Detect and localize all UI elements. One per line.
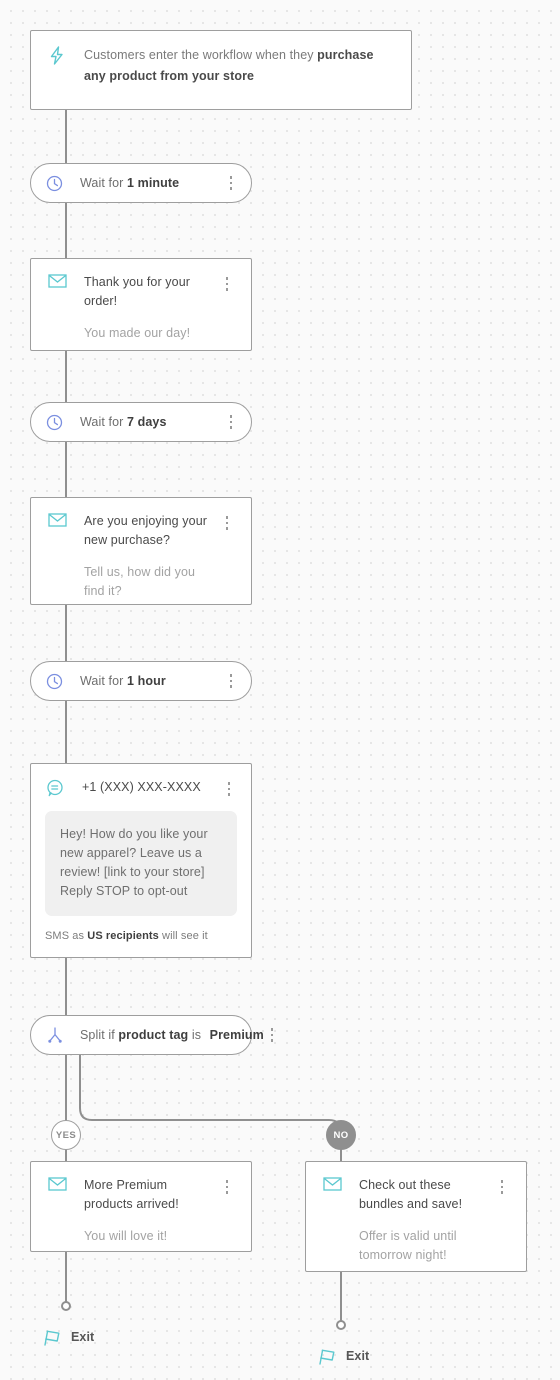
email-node-1[interactable]: Thank you for your order! You made our d… — [30, 258, 252, 351]
exit-marker-right: Exit — [316, 1345, 369, 1367]
envelope-icon — [47, 274, 67, 288]
wait-2-prefix: Wait for — [80, 415, 127, 429]
sms-footer: SMS as US recipients will see it — [45, 930, 237, 942]
wait-node-2-label: Wait for 7 days — [80, 415, 223, 429]
email-node-yes-title: More Premium products arrived! — [84, 1178, 179, 1211]
clock-icon — [45, 673, 64, 690]
email-node-yes-menu-icon[interactable] — [219, 1178, 235, 1196]
email-node-1-subtitle: You made our day! — [84, 326, 191, 340]
wait-2-value: 7 days — [126, 415, 167, 429]
split-prefix: Split if — [80, 1028, 119, 1042]
split-node-menu-icon[interactable] — [264, 1026, 280, 1044]
split-operator: is — [188, 1028, 205, 1042]
flag-icon — [316, 1345, 338, 1367]
wait-node-1[interactable]: Wait for 1 minute — [30, 163, 252, 203]
sms-message-text: Hey! How do you like your new apparel? L… — [60, 827, 208, 898]
split-branch-icon — [45, 1026, 64, 1044]
exit-marker-left: Exit — [41, 1326, 94, 1348]
email-node-yes[interactable]: More Premium products arrived! You will … — [30, 1161, 252, 1252]
split-node[interactable]: Split if product tag is Premium — [30, 1015, 274, 1055]
lightning-bolt-icon — [47, 46, 67, 65]
sms-footer-bold: US recipients — [87, 930, 159, 942]
wait-1-prefix: Wait for — [80, 176, 127, 190]
chat-bubble-icon — [45, 779, 65, 797]
sms-message-bubble: Hey! How do you like your new apparel? L… — [45, 811, 237, 916]
envelope-icon — [47, 513, 67, 527]
email-node-no-menu-icon[interactable] — [494, 1178, 510, 1196]
wait-node-1-menu-icon[interactable] — [223, 174, 239, 192]
sms-node[interactable]: +1 (XXX) XXX-XXXX Hey! How do you like y… — [30, 763, 252, 958]
clock-icon — [45, 414, 64, 431]
wait-3-prefix: Wait for — [80, 674, 127, 688]
workflow-canvas: Customers enter the workflow when they p… — [0, 0, 560, 1380]
email-node-2-menu-icon[interactable] — [219, 514, 235, 532]
wait-node-1-label: Wait for 1 minute — [80, 176, 223, 190]
flag-icon — [41, 1326, 63, 1348]
wait-node-3-menu-icon[interactable] — [223, 672, 239, 690]
email-node-no[interactable]: Check out these bundles and save! Offer … — [305, 1161, 527, 1272]
clock-icon — [45, 175, 64, 192]
email-node-2[interactable]: Are you enjoying your new purchase? Tell… — [30, 497, 252, 605]
wait-node-3[interactable]: Wait for 1 hour — [30, 661, 252, 701]
email-node-yes-subtitle: You will love it! — [84, 1229, 168, 1243]
sms-node-phone: +1 (XXX) XXX-XXXX — [82, 780, 201, 794]
wait-node-2[interactable]: Wait for 7 days — [30, 402, 252, 442]
email-node-2-subtitle: Tell us, how did you find it? — [84, 565, 196, 598]
email-node-1-title: Thank you for your order! — [84, 275, 191, 308]
email-node-no-subtitle: Offer is valid until tomorrow night! — [359, 1229, 457, 1262]
branch-badge-no[interactable]: NO — [326, 1120, 356, 1150]
trigger-text-plain: Customers enter the workflow when they — [84, 48, 318, 62]
branch-badge-yes[interactable]: YES — [51, 1120, 81, 1150]
split-field: product tag — [118, 1028, 189, 1042]
wait-1-value: 1 minute — [126, 176, 180, 190]
sms-footer-pre: SMS as — [45, 930, 88, 942]
trigger-node[interactable]: Customers enter the workflow when they p… — [30, 30, 412, 110]
email-node-no-title: Check out these bundles and save! — [359, 1178, 463, 1211]
split-value: Premium — [209, 1028, 264, 1042]
email-node-1-menu-icon[interactable] — [219, 275, 235, 293]
exit-label-left: Exit — [71, 1330, 95, 1344]
envelope-icon — [322, 1177, 342, 1191]
sms-footer-post: will see it — [158, 930, 208, 942]
exit-label-right: Exit — [346, 1349, 370, 1363]
wait-node-2-menu-icon[interactable] — [223, 413, 239, 431]
wait-node-3-label: Wait for 1 hour — [80, 674, 223, 688]
wait-3-value: 1 hour — [126, 674, 166, 688]
trigger-description: Customers enter the workflow when they p… — [84, 45, 395, 87]
sms-node-menu-icon[interactable] — [221, 780, 237, 798]
split-node-label: Split if product tag is Premium — [80, 1028, 264, 1042]
envelope-icon — [47, 1177, 67, 1191]
email-node-2-title: Are you enjoying your new purchase? — [84, 514, 208, 547]
